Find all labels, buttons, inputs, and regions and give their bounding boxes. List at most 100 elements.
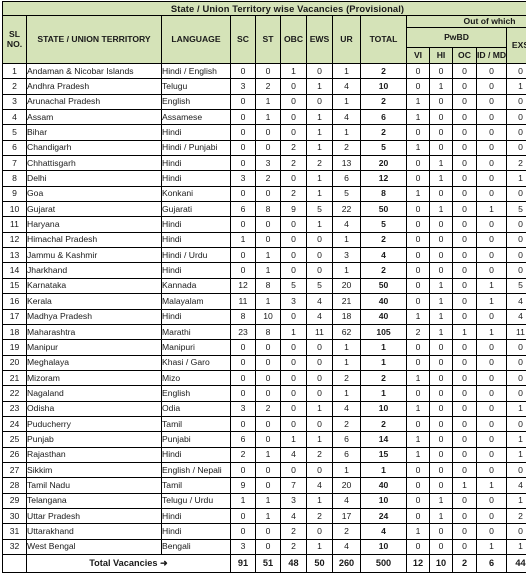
cell-language: Khasi / Garo [162,355,231,370]
cell-st: 0 [256,432,281,447]
cell-ews: 2 [307,447,333,462]
cell-language: Kannada [162,278,231,293]
cell-oc: 0 [453,309,477,324]
cell-exs: 0 [507,462,526,477]
cell-id-md: 0 [477,508,507,523]
cell-obc: 5 [281,278,307,293]
cell-id-md: 0 [477,493,507,508]
cell-id-md: 1 [477,539,507,554]
cell-vi: 0 [407,294,430,309]
cell-total: 10 [361,79,407,94]
cell-state: Sikkim [27,462,162,477]
cell-sc: 0 [231,416,256,431]
table-row: 16KeralaMalayalam111342140010141 [3,294,526,309]
cell-ur: 4 [333,110,361,125]
state-wise-vacancies-table: State / Union Territory wise Vacancies (… [2,1,526,573]
cell-oc: 0 [453,110,477,125]
cell-ur: 20 [333,478,361,493]
cell-sc: 11 [231,294,256,309]
cell-vi: 1 [407,370,430,385]
cell-obc: 0 [281,125,307,140]
cell-sl-no: 23 [3,401,27,416]
table-row: 30Uttar PradeshHindi01421724010021 [3,508,526,523]
cell-st: 0 [256,355,281,370]
cell-exs: 1 [507,539,526,554]
cell-id-md: 0 [477,263,507,278]
cell-ur: 20 [333,278,361,293]
cell-exs: 5 [507,278,526,293]
cell-state: Bihar [27,125,162,140]
cell-total: 10 [361,493,407,508]
cell-vi: 0 [407,416,430,431]
cell-hi: 1 [430,79,453,94]
cell-st: 3 [256,156,281,171]
cell-total: 2 [361,64,407,79]
cell-st: 0 [256,539,281,554]
cell-language: Manipuri [162,340,231,355]
cell-hi: 0 [430,386,453,401]
cell-hi: 1 [430,309,453,324]
cell-sc: 0 [231,386,256,401]
cell-obc: 0 [281,79,307,94]
header-state: STATE / UNION TERRITORY [27,16,162,64]
cell-language: Hindi [162,447,231,462]
cell-total: 2 [361,232,407,247]
total-ur: 260 [333,555,361,573]
cell-sl-no: 26 [3,447,27,462]
cell-hi: 0 [430,478,453,493]
total-ews: 50 [307,555,333,573]
cell-ews: 4 [307,478,333,493]
cell-ews: 5 [307,202,333,217]
cell-state: Jharkhand [27,263,162,278]
cell-total: 4 [361,248,407,263]
cell-oc: 0 [453,539,477,554]
cell-id-md: 0 [477,416,507,431]
cell-oc: 0 [453,508,477,523]
cell-ews: 0 [307,462,333,477]
cell-ews: 0 [307,524,333,539]
cell-language: Tamil [162,478,231,493]
cell-oc: 0 [453,94,477,109]
cell-id-md: 0 [477,125,507,140]
cell-sc: 3 [231,79,256,94]
cell-id-md: 0 [477,248,507,263]
cell-oc: 0 [453,462,477,477]
cell-hi: 0 [430,462,453,477]
cell-total: 2 [361,94,407,109]
header-total: TOTAL [361,16,407,64]
cell-vi: 1 [407,140,430,155]
cell-sl-no: 16 [3,294,27,309]
cell-id-md: 0 [477,232,507,247]
cell-sc: 12 [231,278,256,293]
cell-id-md: 0 [477,309,507,324]
table-row: 14JharkhandHindi010012000000 [3,263,526,278]
cell-oc: 0 [453,524,477,539]
total-total: 500 [361,555,407,573]
table-row: 29TelanganaTelugu / Urdu1131410010010 [3,493,526,508]
cell-ews: 1 [307,493,333,508]
cell-oc: 0 [453,171,477,186]
cell-id-md: 0 [477,64,507,79]
cell-language: Assamese [162,110,231,125]
cell-st: 8 [256,324,281,339]
cell-sl-no: 9 [3,186,27,201]
cell-exs: 4 [507,309,526,324]
cell-st: 0 [256,340,281,355]
cell-hi: 0 [430,125,453,140]
table-row: 11HaryanaHindi000145000000 [3,217,526,232]
cell-hi: 0 [430,110,453,125]
cell-ur: 22 [333,202,361,217]
cell-state: Manipur [27,340,162,355]
cell-ews: 1 [307,171,333,186]
cell-oc: 0 [453,294,477,309]
cell-vi: 0 [407,156,430,171]
cell-ews: 0 [307,370,333,385]
cell-oc: 0 [453,386,477,401]
cell-total: 105 [361,324,407,339]
cell-st: 0 [256,64,281,79]
cell-hi: 0 [430,64,453,79]
cell-obc: 1 [281,324,307,339]
cell-ur: 13 [333,156,361,171]
cell-state: Goa [27,186,162,201]
cell-ur: 4 [333,493,361,508]
